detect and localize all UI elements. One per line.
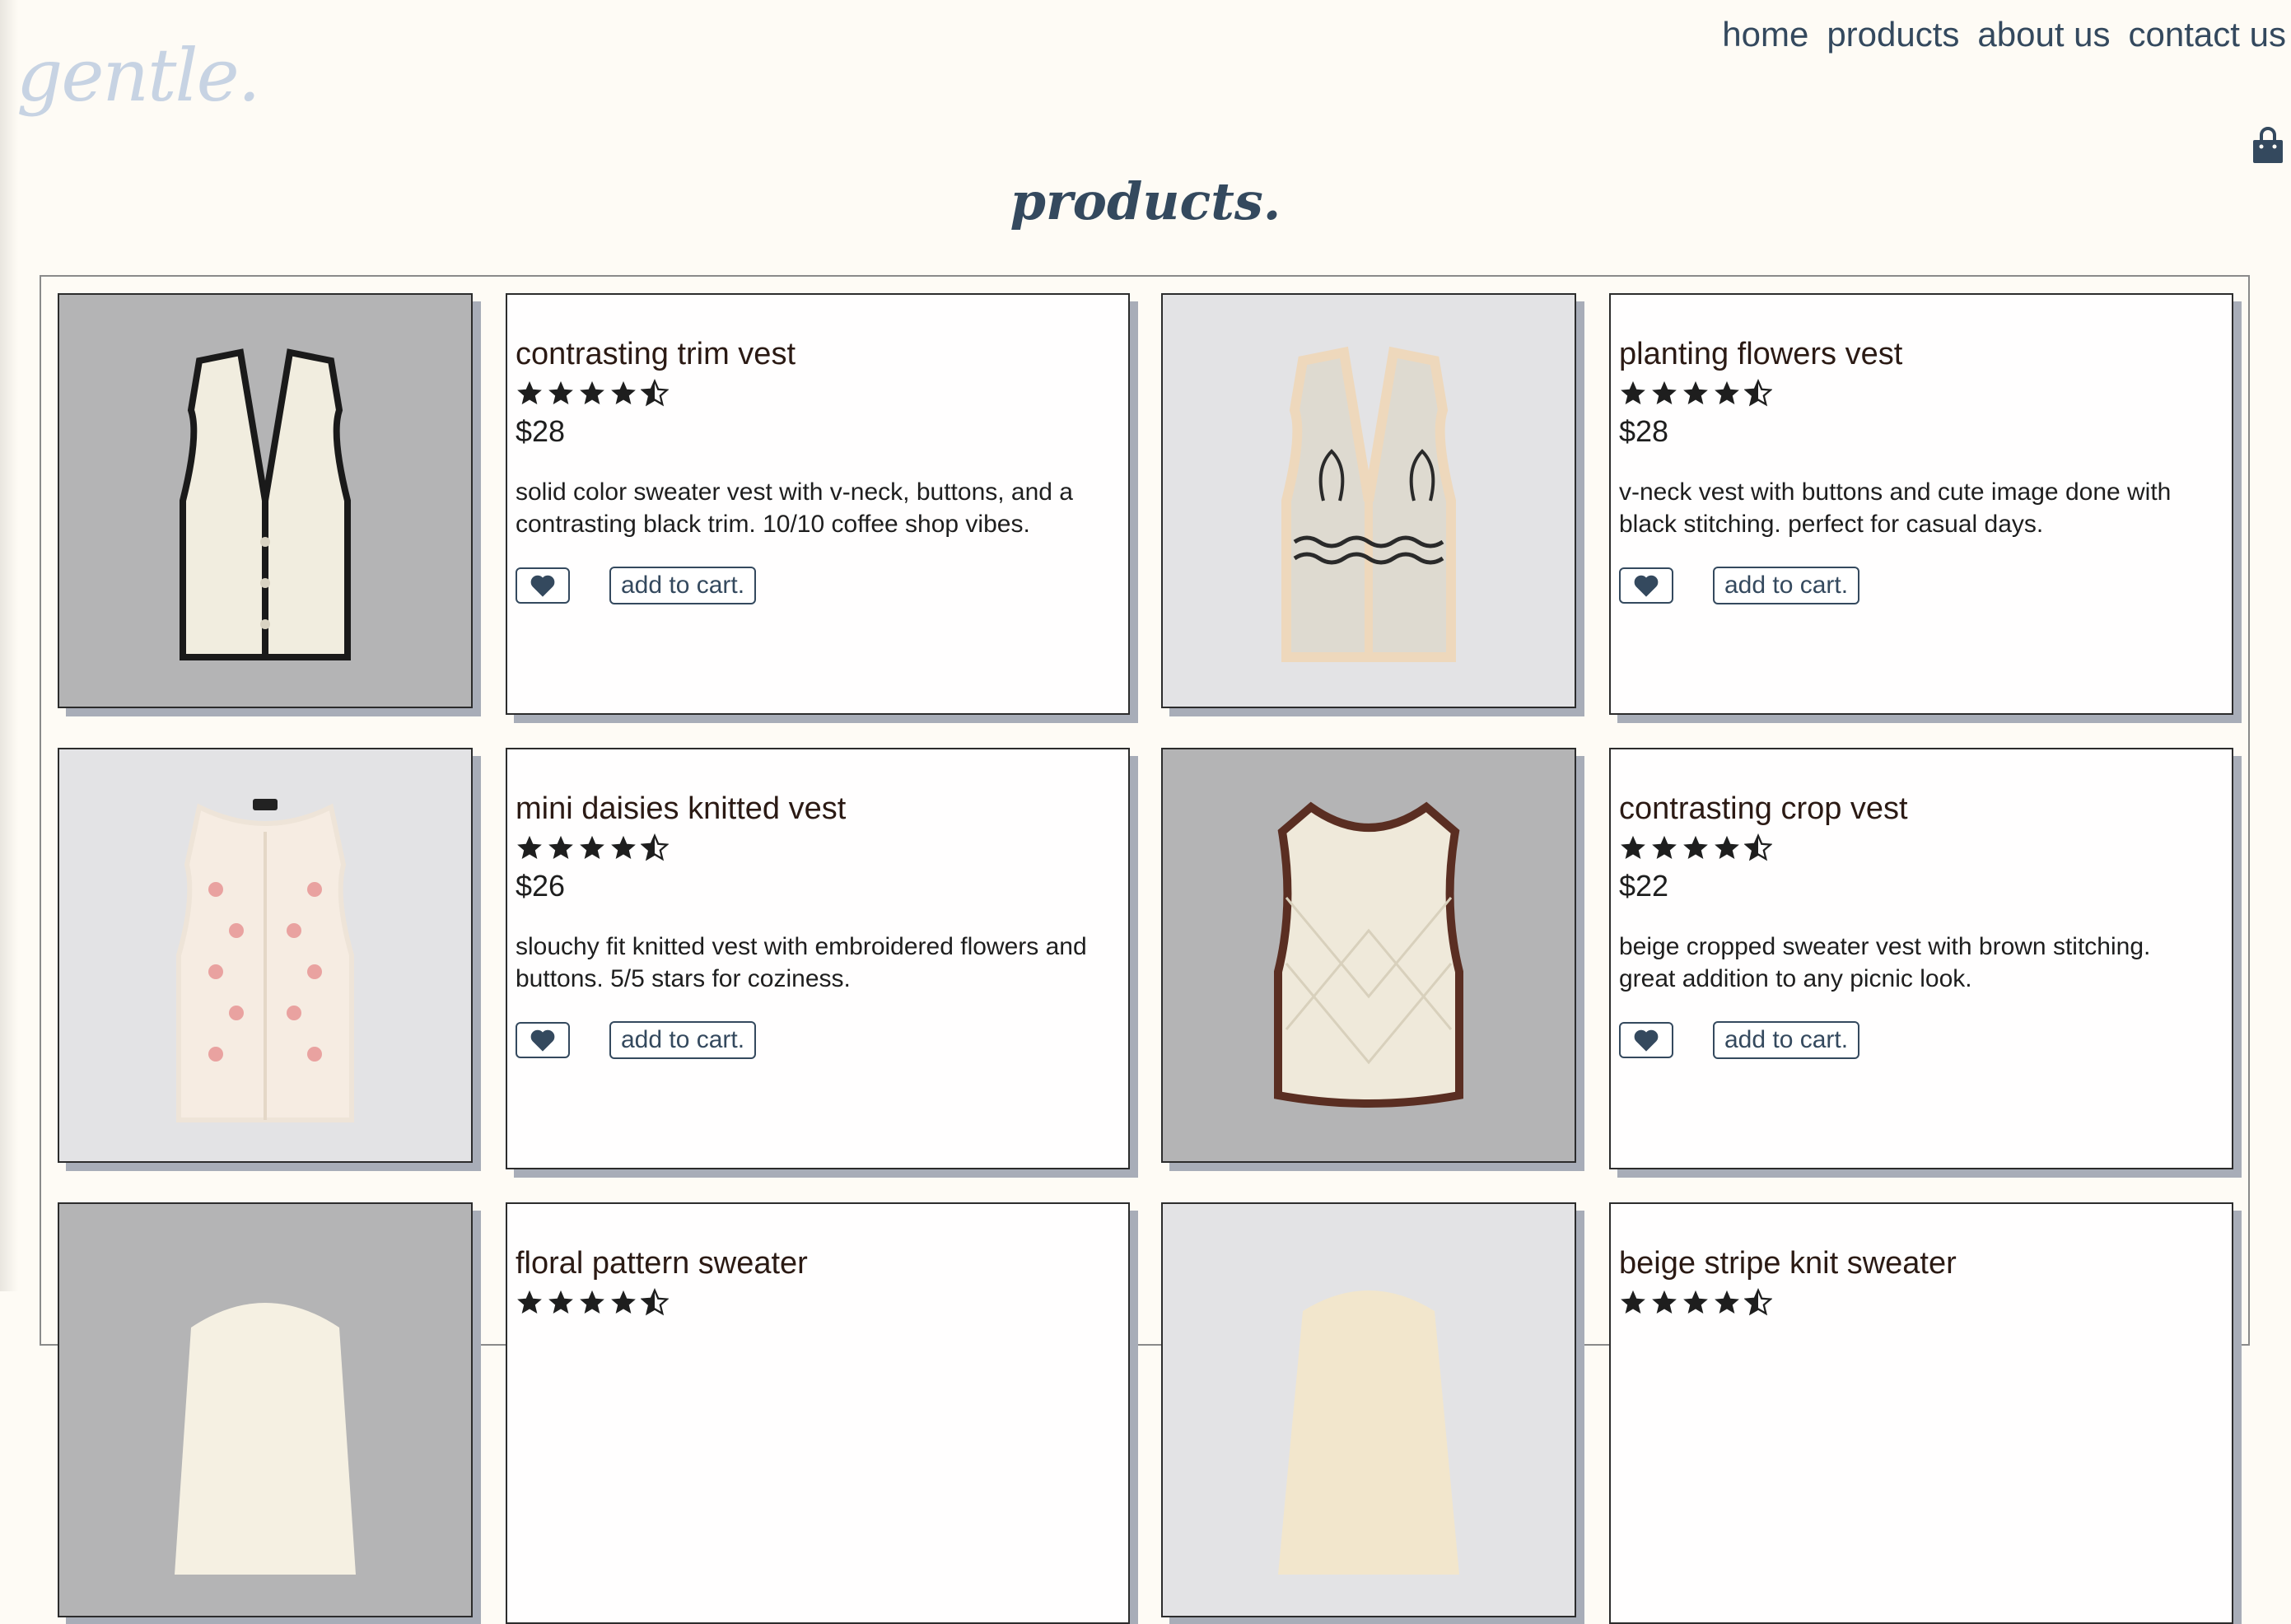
star-icon [548,1290,573,1314]
heart-icon [530,1029,555,1052]
product-card: planting flowers vest $28 v-neck vest wi… [1609,293,2233,715]
star-icon [580,1290,604,1314]
product-price: $22 [1619,869,1669,903]
product-image[interactable] [58,1202,473,1617]
product-name[interactable]: contrasting crop vest [1619,791,2223,827]
product-name[interactable]: beige stripe knit sweater [1619,1245,2223,1281]
vest-image [180,348,351,660]
product-name[interactable]: mini daisies knitted vest [516,791,1120,827]
star-icon [1683,835,1708,860]
star-icon [1621,1290,1645,1314]
star-icon [1715,1290,1739,1314]
product-image[interactable] [58,748,473,1163]
star-icon [1683,1290,1708,1314]
add-to-cart-button[interactable]: add to cart. [1713,567,1860,604]
star-icon [1621,380,1645,405]
star-icon [1715,380,1739,405]
nav-products[interactable]: products [1827,15,1959,54]
half-star-icon [1744,1288,1772,1316]
main-nav: home products about us contact us [1722,15,2286,54]
star-icon [580,835,604,860]
rating-stars [516,833,1120,861]
product-description: beige cropped sweater vest with brown st… [1619,933,2151,992]
product-description: solid color sweater vest with v-neck, bu… [516,478,1073,538]
sweater-image [1278,1290,1459,1575]
nav-about-us[interactable]: about us [1977,15,2110,54]
rating-stars [1619,1288,2223,1316]
add-to-cart-button[interactable]: add to cart. [609,1021,757,1059]
rating-stars [516,379,1120,407]
rating-stars [1619,833,2223,861]
vest-image [1274,801,1463,1108]
star-icon [1652,380,1677,405]
product-price: $28 [516,414,566,448]
page-title: products. [1010,171,1281,231]
favorite-button[interactable] [516,1022,570,1058]
product-image[interactable] [58,293,473,708]
product-card: floral pattern sweater [506,1202,1130,1624]
product-card: contrasting trim vest $28 solid color sw… [506,293,1130,715]
nav-home[interactable]: home [1722,15,1808,54]
product-image[interactable] [1161,748,1576,1163]
star-icon [611,835,636,860]
product-price: $26 [516,869,566,903]
brand-logo[interactable]: gentle. [16,33,261,118]
favorite-button[interactable] [1619,1022,1673,1058]
half-star-icon [1744,833,1772,861]
star-icon [517,835,542,860]
add-to-cart-button[interactable]: add to cart. [609,567,757,604]
half-star-icon [641,1288,669,1316]
star-icon [1683,380,1708,405]
star-icon [517,380,542,405]
star-icon [1652,1290,1677,1314]
product-card: mini daisies knitted vest $26 slouchy fi… [506,748,1130,1169]
nav-contact-us[interactable]: contact us [2129,15,2286,54]
product-name[interactable]: planting flowers vest [1619,336,2223,372]
star-icon [1652,835,1677,860]
favorite-button[interactable] [516,567,570,604]
star-icon [580,380,604,405]
vest-image [1281,346,1456,662]
favorite-button[interactable] [1619,567,1673,604]
heart-icon [1634,575,1659,597]
star-icon [1715,835,1739,860]
product-name[interactable]: floral pattern sweater [516,1245,1120,1281]
half-star-icon [1744,379,1772,407]
star-icon [611,380,636,405]
star-icon [548,380,573,405]
half-star-icon [641,833,669,861]
product-image[interactable] [1161,293,1576,708]
star-icon [517,1290,542,1314]
half-star-icon [641,379,669,407]
product-card: contrasting crop vest $22 beige cropped … [1609,748,2233,1169]
product-card: beige stripe knit sweater [1609,1202,2233,1624]
product-image[interactable] [1161,1202,1576,1617]
sweater-image [175,1303,356,1575]
star-icon [548,835,573,860]
product-price: $28 [1619,414,1669,448]
star-icon [611,1290,636,1314]
rating-stars [516,1288,1120,1316]
shopping-bag-icon[interactable] [2251,127,2284,165]
heart-icon [530,575,555,597]
star-icon [1621,835,1645,860]
product-name[interactable]: contrasting trim vest [516,336,1120,372]
product-description: v-neck vest with buttons and cute image … [1619,478,2172,538]
add-to-cart-button[interactable]: add to cart. [1713,1021,1860,1059]
heart-icon [1634,1029,1659,1052]
rating-stars [1619,379,2223,407]
vest-image [176,799,354,1122]
product-description: slouchy fit knitted vest with embroidere… [516,933,1087,992]
